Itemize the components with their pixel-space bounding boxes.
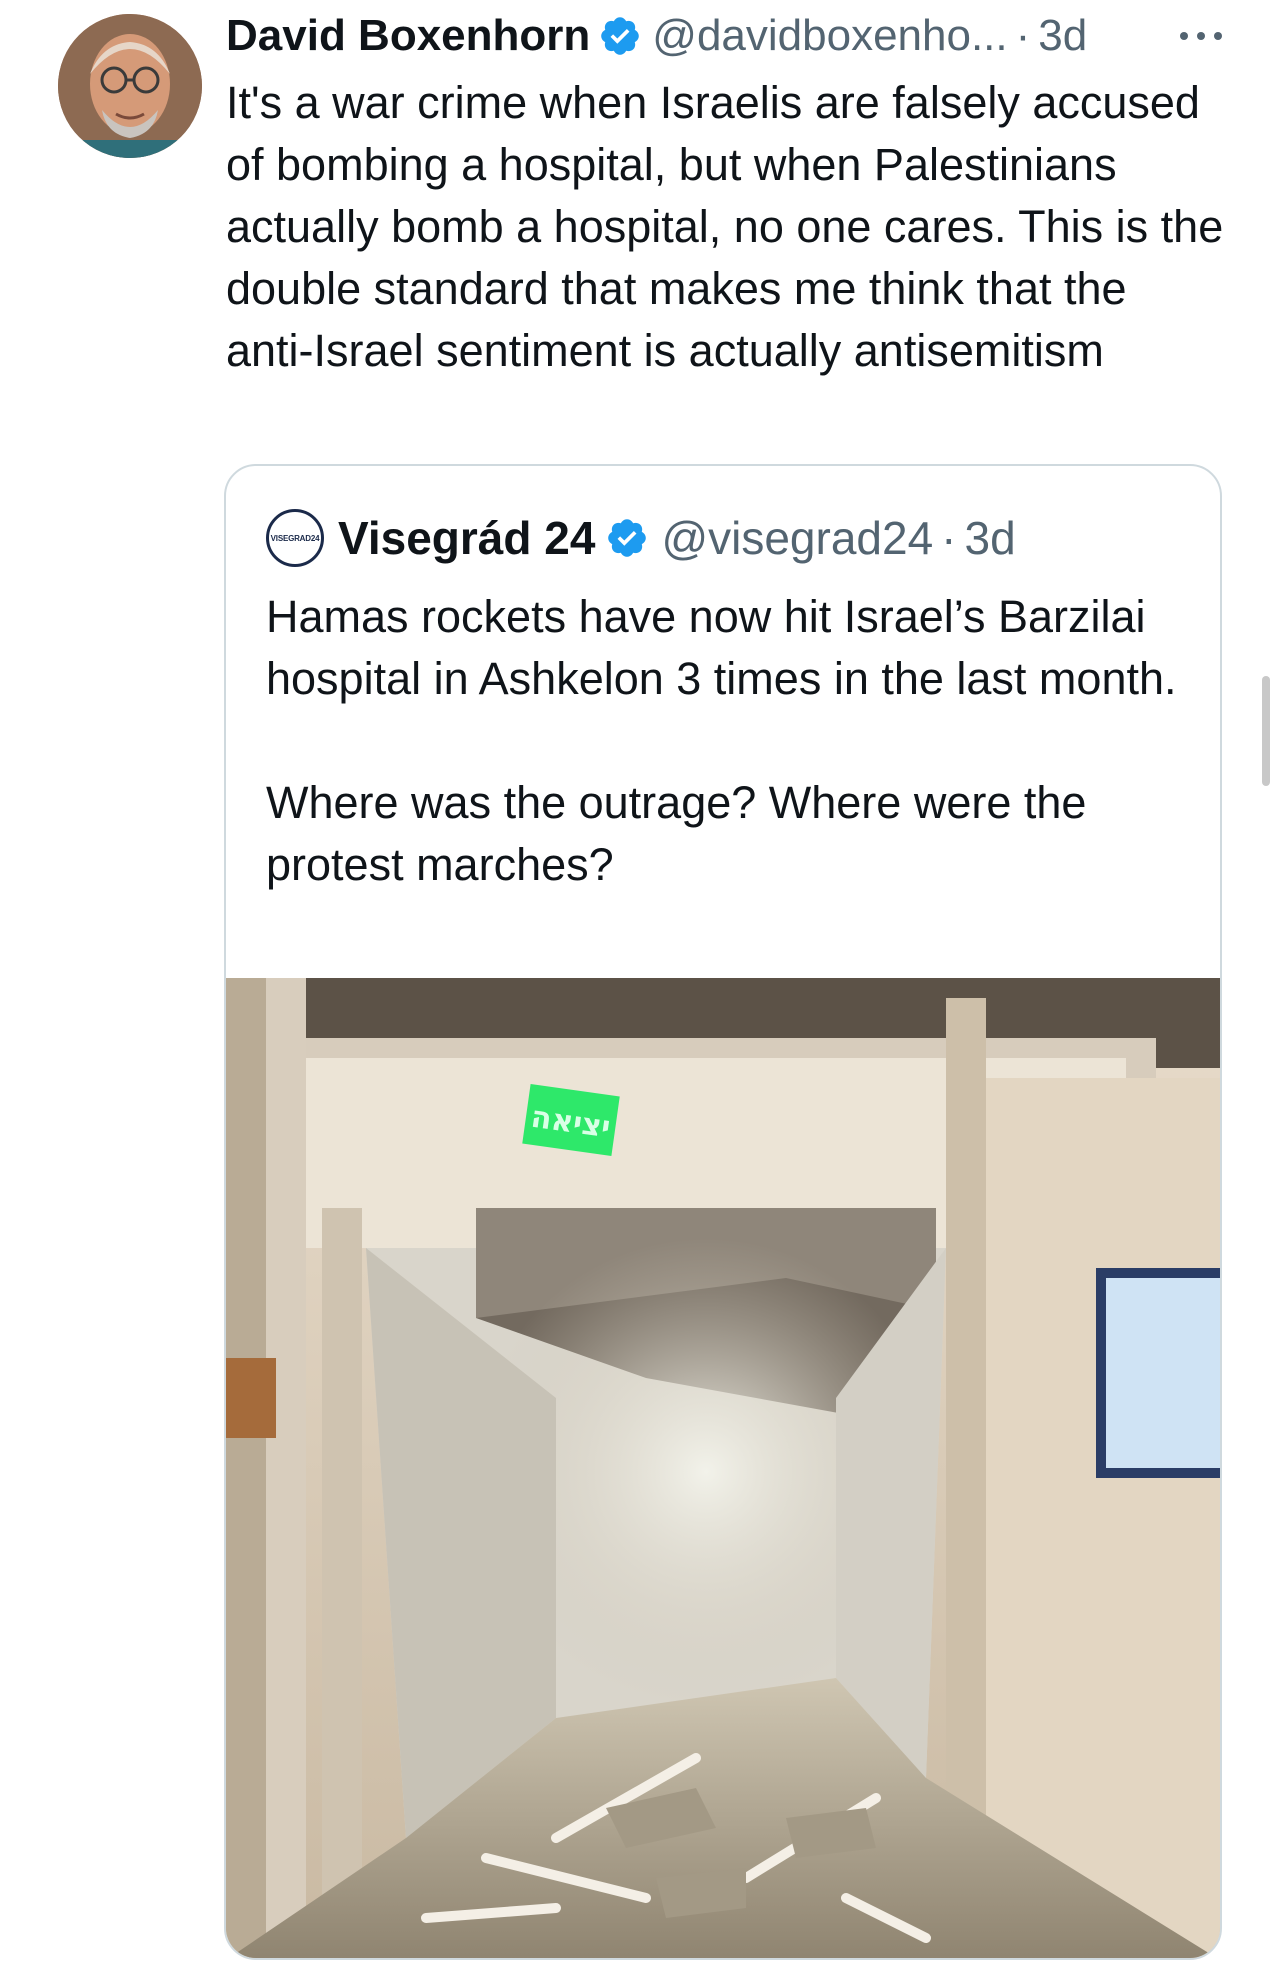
quoted-paragraph-2: Where was the outrage? Where were the pr… [266, 777, 1087, 890]
more-horizontal-icon[interactable] [1176, 26, 1226, 46]
quoted-tweet-body: Hamas rockets have now hit Israel’s Barz… [266, 586, 1186, 896]
tweet-timestamp[interactable]: 3d [1038, 6, 1087, 66]
visegrad-logo-avatar[interactable]: VISEGRAD24 [266, 509, 324, 567]
quoted-author-handle[interactable]: @visegrad24 [661, 511, 933, 565]
quoted-paragraph-1: Hamas rockets have now hit Israel’s Barz… [266, 591, 1177, 704]
author-handle[interactable]: @davidboxenho... [652, 6, 1007, 66]
quoted-tweet-card[interactable]: VISEGRAD24 Visegrád 24 @visegrad24 · 3d … [224, 464, 1222, 1960]
logo-text: VISEGRAD24 [270, 533, 320, 543]
quoted-tweet-photo[interactable]: יציאה [226, 978, 1220, 1958]
separator-dot: · [941, 512, 957, 564]
verified-badge-icon [601, 17, 640, 55]
tweet-body-text: It's a war crime when Israelis are false… [226, 77, 1224, 376]
quoted-tweet-header: VISEGRAD24 Visegrád 24 @visegrad24 · 3d [266, 506, 1016, 570]
quoted-tweet-timestamp[interactable]: 3d [965, 511, 1016, 565]
tweet-header: David Boxenhorn @davidboxenho... · 3d [226, 6, 1226, 66]
avatar-portrait-icon [58, 14, 202, 158]
author-name[interactable]: David Boxenhorn [226, 6, 590, 66]
separator-dot: · [1015, 11, 1031, 60]
scrollbar-thumb[interactable] [1262, 676, 1270, 786]
author-avatar[interactable] [58, 14, 202, 158]
tweet-page: David Boxenhorn @davidboxenho... · 3d It… [0, 0, 1283, 1966]
verified-badge-icon [608, 519, 647, 557]
damaged-hospital-corridor-image: יציאה [226, 978, 1220, 1958]
quoted-author-name[interactable]: Visegrád 24 [338, 511, 595, 565]
